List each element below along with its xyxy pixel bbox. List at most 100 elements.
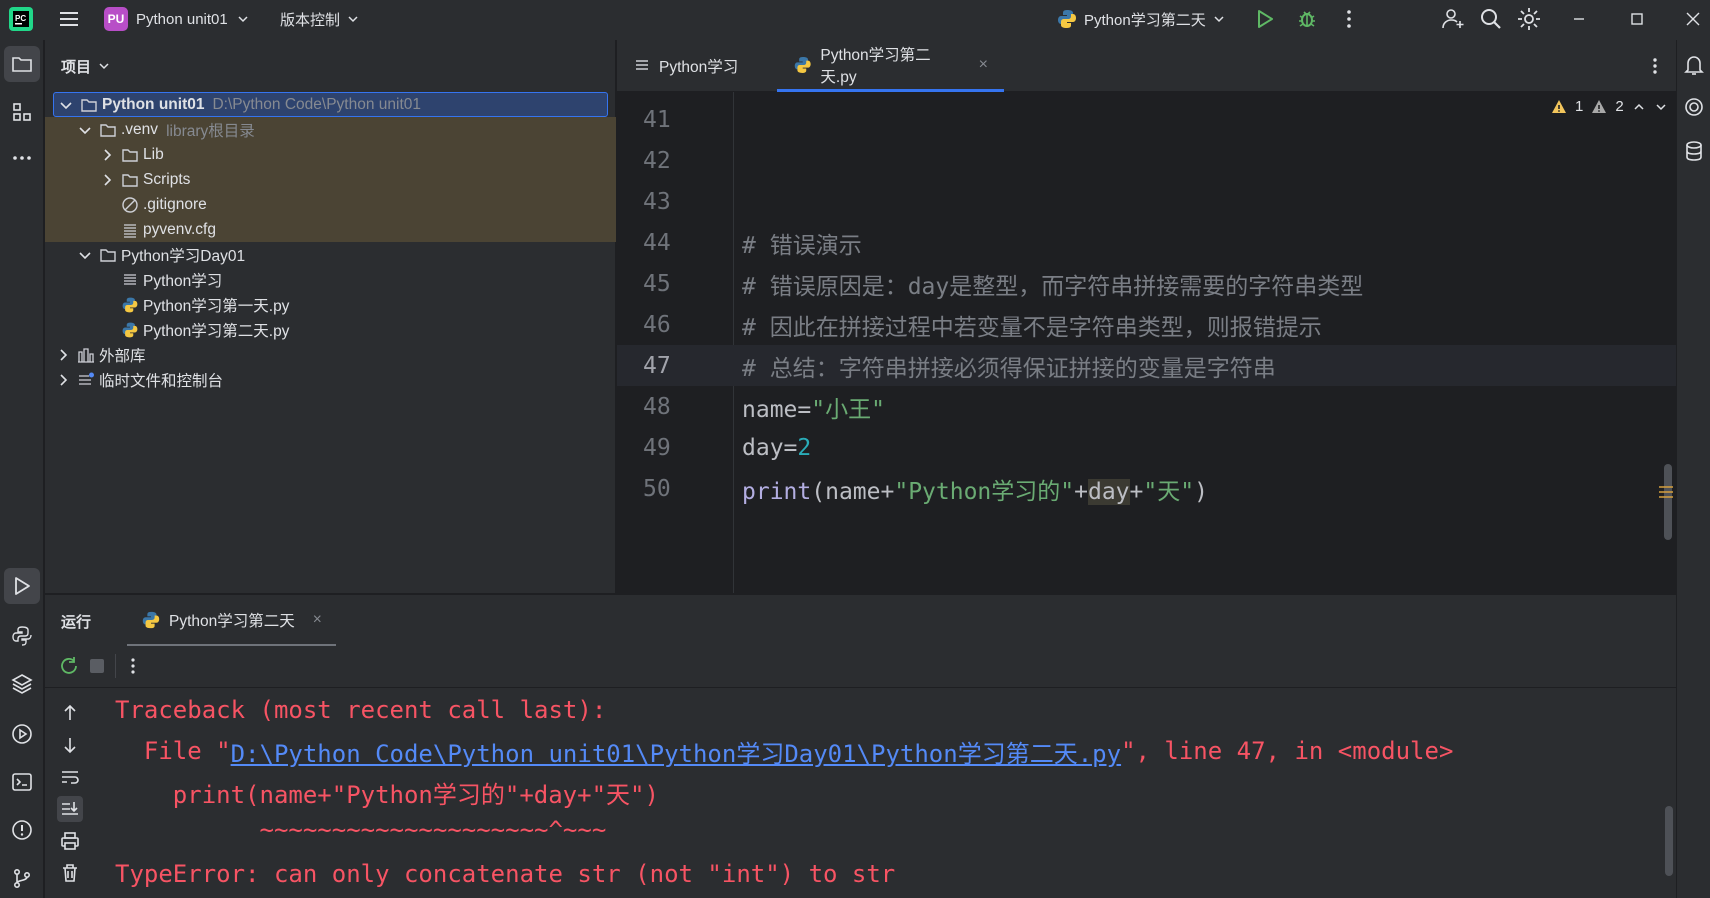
console-text: File " — [115, 737, 231, 765]
layers-tool-button[interactable] — [4, 666, 40, 702]
more-actions-icon[interactable] — [1336, 6, 1362, 32]
minimize-icon[interactable] — [1566, 6, 1592, 32]
tree-item-scratches[interactable]: 临时文件和控制台 — [45, 367, 616, 392]
text-file-icon — [124, 273, 136, 285]
problems-tool-button[interactable] — [4, 812, 40, 848]
tree-item-hint: D:\Python Code\Python unit01 — [212, 95, 422, 113]
search-icon[interactable] — [1478, 6, 1504, 32]
run-tab-day2[interactable]: Python学习第二天 × — [127, 595, 336, 647]
tree-item-lib[interactable]: Lib — [45, 142, 616, 167]
terminal-tool-button[interactable] — [4, 764, 40, 800]
code-line: 41 — [617, 99, 1676, 140]
editor-scrollbar[interactable] — [1664, 464, 1672, 540]
svg-text:PC: PC — [15, 14, 26, 23]
run-tool-button[interactable] — [4, 568, 40, 604]
close-tab-icon[interactable]: × — [313, 611, 322, 629]
arrow-down-icon[interactable] — [57, 732, 83, 758]
settings-gear-icon[interactable] — [1516, 6, 1542, 32]
code-identifier-highlighted: day — [1087, 478, 1130, 505]
tree-item-day01-folder[interactable]: Python学习Day01 — [45, 242, 616, 267]
pycharm-logo-icon[interactable]: PC — [8, 6, 34, 32]
code-editor[interactable]: 41 42 43 44 # 错误演示 45 # 错误原因是：day是整型，而字符… — [617, 92, 1676, 593]
warning-icon — [1552, 99, 1566, 113]
notifications-bell-icon[interactable] — [1681, 52, 1707, 78]
vcs-menu[interactable]: 版本控制 — [280, 4, 360, 34]
debug-icon[interactable] — [1294, 6, 1320, 32]
print-icon[interactable] — [57, 828, 83, 854]
scroll-marker-icon — [1658, 482, 1674, 502]
folder-icon — [12, 57, 32, 72]
structure-tool-button[interactable] — [4, 94, 40, 130]
main-menu-icon[interactable] — [56, 6, 82, 32]
more-tools-button[interactable] — [4, 140, 40, 176]
tree-item-pyvenv-cfg[interactable]: pyvenv.cfg — [45, 217, 616, 242]
folder-icon — [100, 248, 116, 262]
python-packages-button[interactable] — [4, 618, 40, 654]
code-plain: ) — [1194, 478, 1208, 505]
vcs-label: 版本控制 — [280, 11, 341, 29]
code-string: "Python学习的" — [894, 478, 1075, 505]
chevron-down-icon — [346, 12, 360, 26]
maximize-icon[interactable] — [1624, 6, 1650, 32]
console-scrollbar[interactable] — [1665, 806, 1673, 876]
stop-icon[interactable] — [87, 656, 107, 676]
services-tool-button[interactable] — [4, 716, 40, 752]
weak-warning-count: 2 — [1615, 98, 1624, 115]
add-user-icon[interactable] — [1440, 6, 1466, 32]
scroll-to-end-icon[interactable] — [57, 796, 83, 822]
code-line: 45 # 错误原因是：day是整型，而字符串拼接需要的字符串类型 — [617, 263, 1676, 304]
run-console-output[interactable]: Traceback (most recent call last): File … — [95, 688, 1676, 898]
line-number: 49 — [643, 434, 671, 461]
tree-item-text-file[interactable]: Python学习 — [45, 267, 616, 292]
tree-item-scripts[interactable]: Scripts — [45, 167, 616, 192]
chevron-down-icon — [60, 101, 72, 109]
python-file-icon — [1056, 8, 1078, 30]
code-line: 46 # 因此在拼接过程中若变量不是字符串类型，则报错提示 — [617, 304, 1676, 345]
tree-item-day2-py[interactable]: Python学习第二天.py — [45, 317, 616, 342]
tree-item-label: Python学习第一天.py — [143, 297, 290, 315]
close-window-icon[interactable] — [1680, 6, 1706, 32]
more-actions-icon[interactable] — [125, 654, 141, 678]
tree-item-gitignore[interactable]: .gitignore — [45, 192, 616, 217]
folder-icon — [122, 173, 138, 187]
structure-icon — [13, 103, 31, 121]
code-line: 50 print(name+"Python学习的"+day+"天") — [617, 468, 1676, 509]
line-number: 44 — [643, 229, 671, 256]
soft-wrap-icon[interactable] — [57, 764, 83, 790]
arrow-up-icon[interactable] — [57, 700, 83, 726]
tree-item-label: Python unit01 — [102, 95, 205, 113]
chevron-down-icon — [97, 59, 111, 73]
database-icon[interactable] — [1681, 138, 1707, 164]
code-identifier: day — [742, 434, 784, 461]
editor-tabs-menu-icon[interactable] — [1645, 54, 1665, 78]
code-line: 49 day=2 — [617, 427, 1676, 468]
git-tool-button[interactable] — [4, 860, 40, 896]
project-tool-button[interactable] — [4, 46, 40, 82]
console-file-link[interactable]: D:\Python Code\Python unit01\Python学习Day… — [231, 734, 1121, 769]
run-icon[interactable] — [1252, 6, 1278, 32]
tab-python-xuexi[interactable]: Python学习 — [617, 40, 777, 92]
rerun-icon[interactable] — [57, 654, 81, 678]
tree-item-label: Lib — [143, 145, 164, 163]
python-console-icon — [12, 626, 32, 646]
ai-assistant-icon[interactable] — [1681, 94, 1707, 120]
close-tab-icon[interactable]: × — [979, 56, 988, 74]
tree-item-external-libs[interactable]: 外部库 — [45, 342, 616, 367]
line-number: 47 — [643, 352, 671, 379]
console-line: Traceback (most recent call last): — [115, 696, 607, 724]
trash-icon[interactable] — [57, 860, 83, 886]
project-switcher[interactable]: PU Python unit01 — [104, 4, 250, 34]
tree-item-day1-py[interactable]: Python学习第一天.py — [45, 292, 616, 317]
chevron-down-icon — [79, 251, 91, 259]
inspection-widget[interactable]: 1 2 — [1551, 98, 1668, 115]
tree-item-label: .gitignore — [143, 195, 207, 213]
tree-item-project-root[interactable]: Python unit01 D:\Python Code\Python unit… — [53, 92, 608, 117]
tree-item-label: 外部库 — [99, 347, 146, 365]
tree-item-venv[interactable]: .venv library根目录 — [45, 117, 616, 142]
project-panel-header[interactable]: 项目 — [45, 40, 615, 92]
project-panel-title: 项目 — [61, 58, 92, 76]
run-tab-label: Python学习第二天 — [169, 612, 295, 630]
run-config-selector[interactable]: Python学习第二天 — [1056, 4, 1226, 34]
tab-day2-py[interactable]: Python学习第二天.py × — [777, 40, 1004, 92]
terminal-icon — [12, 773, 32, 791]
